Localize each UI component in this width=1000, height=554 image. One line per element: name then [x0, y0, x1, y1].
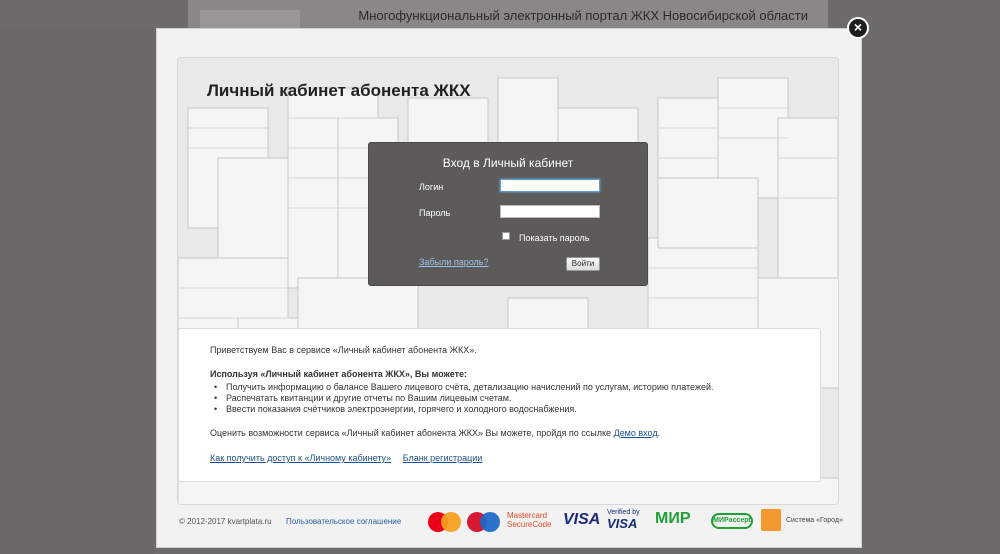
registration-form-link[interactable]: Бланк регистрации — [403, 453, 483, 463]
list-item: Распечатать квитанции и другие отчеты по… — [210, 393, 789, 404]
user-agreement-link[interactable]: Пользовательское соглашение — [286, 517, 401, 526]
portal-logo — [200, 10, 300, 28]
access-help-link[interactable]: Как получить доступ к «Личному кабинету» — [210, 453, 391, 463]
login-modal: Личный кабинет абонента ЖКХ Вход в Личны… — [156, 28, 862, 548]
gorod-system-icon — [761, 509, 781, 531]
login-button[interactable]: Войти — [566, 257, 600, 271]
vbv-visa: VISA — [607, 516, 638, 531]
password-input[interactable] — [500, 205, 600, 218]
features-heading: Используя «Личный кабинет абонента ЖКХ»,… — [210, 369, 468, 379]
demo-description: Оценить возможности сервиса «Личный каби… — [210, 428, 612, 438]
demo-text: Оценить возможности сервиса «Личный каби… — [210, 428, 789, 439]
modal-stage: Личный кабинет абонента ЖКХ Вход в Личны… — [177, 57, 839, 505]
mastercard-logo — [428, 512, 462, 532]
visa-logo: VISA — [563, 511, 601, 528]
mcsc-line-2: SecureCode — [507, 520, 552, 529]
show-password-label[interactable]: Показать пароль — [519, 233, 589, 243]
greeting-text: Приветствуем Вас в сервисе «Личный кабин… — [210, 345, 477, 355]
show-password-checkbox[interactable] — [502, 232, 510, 240]
mastercard-securecode-logo: Mastercard SecureCode — [507, 511, 551, 529]
portal-title: Многофункциональный электронный портал Ж… — [358, 8, 808, 23]
help-links: Как получить доступ к «Личному кабинету»… — [210, 453, 789, 464]
list-item: Получить информацию о балансе Вашего лиц… — [210, 382, 789, 393]
login-label: Логин — [419, 182, 444, 192]
login-form-title: Вход в Личный кабинет — [442, 156, 574, 170]
verified-by-visa-logo: Verified by VISA — [607, 509, 640, 530]
page-title: Личный кабинет абонента ЖКХ — [207, 81, 471, 100]
backdrop-right — [862, 28, 1000, 554]
demo-login-link[interactable]: Демо вход — [614, 428, 658, 438]
copyright-text: © 2012-2017 kvartplata.ru — [179, 517, 272, 526]
close-icon[interactable]: × — [847, 17, 869, 39]
info-panel: Приветствуем Вас в сервисе «Личный кабин… — [178, 328, 821, 482]
modal-footer: © 2012-2017 kvartplata.ru Пользовательск… — [179, 505, 843, 545]
forgot-password-link[interactable]: Забыли пароль? — [419, 257, 488, 267]
features-list: Получить информацию о балансе Вашего лиц… — [210, 382, 789, 415]
maestro-logo — [467, 512, 501, 532]
demo-period: . — [657, 428, 661, 438]
list-item: Ввести показания счётчиков электроэнерги… — [210, 404, 789, 415]
password-label: Пароль — [419, 208, 451, 218]
backdrop-left — [0, 28, 155, 554]
portal-header: Многофункциональный электронный портал Ж… — [188, 0, 828, 28]
mir-accept-logo: МИРaccept — [711, 513, 753, 529]
gorod-system-label: Система «Город» — [786, 517, 843, 524]
login-input[interactable] — [500, 179, 600, 192]
vbv-top: Verified by — [607, 509, 640, 516]
login-form: Вход в Личный кабинет Логин Пароль Показ… — [368, 142, 648, 286]
mcsc-line-1: Mastercard — [507, 511, 548, 520]
mir-logo: МИР — [655, 510, 691, 527]
